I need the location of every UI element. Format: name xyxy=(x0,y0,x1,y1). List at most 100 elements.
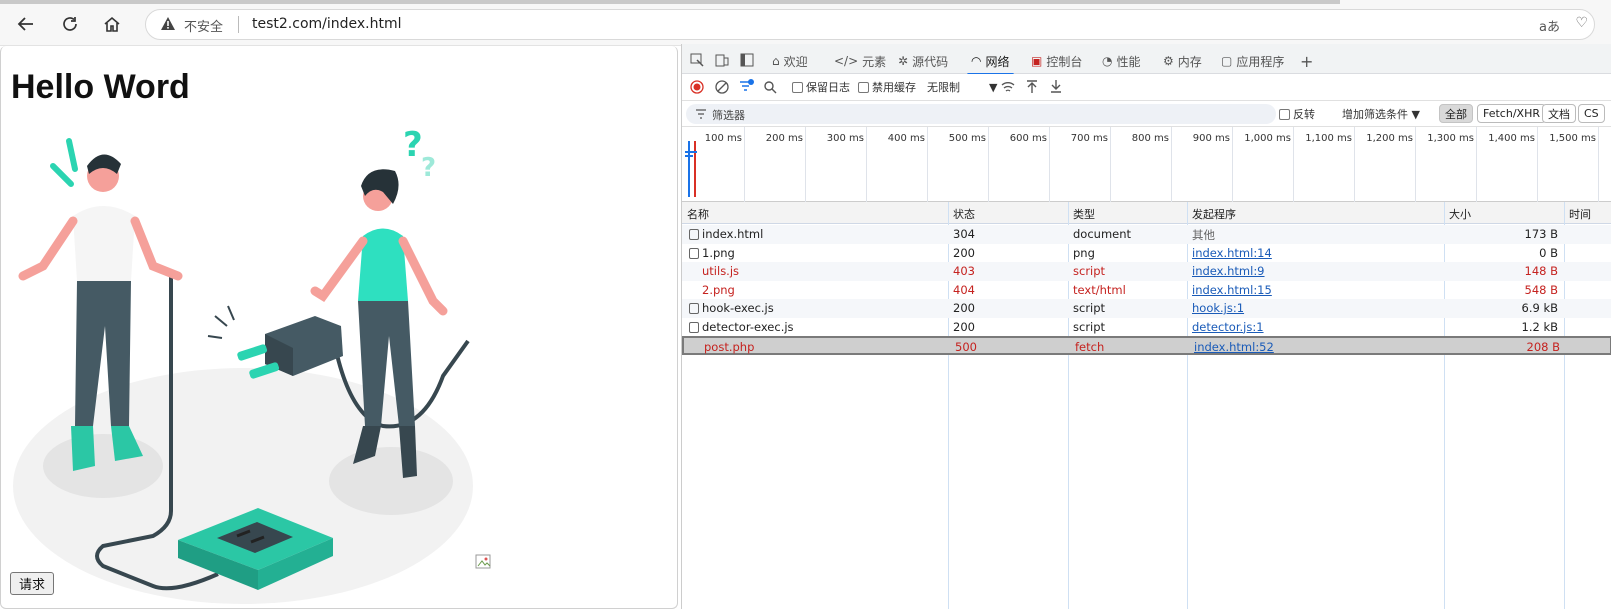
request-size: 173 B xyxy=(1524,227,1559,241)
column-type[interactable]: 类型 xyxy=(1073,206,1095,222)
network-request-row[interactable]: index.html 304 document 其他 173 B xyxy=(682,225,1611,244)
checkbox-box[interactable] xyxy=(792,81,803,93)
timeline-tick-label: 300 ms xyxy=(826,133,864,144)
column-size[interactable]: 大小 xyxy=(1449,206,1471,222)
preserve-log-label: 保留日志 xyxy=(806,81,850,94)
dom-content-loaded-marker xyxy=(688,141,690,197)
network-timeline-overview[interactable]: 100 ms 200 ms 300 ms 400 ms 500 ms 600 ms 700 … xyxy=(682,127,1611,202)
tab-welcome[interactable]: ⌂ 欢迎 xyxy=(772,50,808,72)
sidebar-toggle-icon[interactable] xyxy=(740,53,754,67)
tab-console[interactable]: ▣ 控制台 xyxy=(1031,50,1082,72)
warning-icon[interactable] xyxy=(160,16,176,32)
tab-label: 性能 xyxy=(1116,54,1141,69)
clear-icon[interactable] xyxy=(715,80,729,94)
address-separator xyxy=(238,16,239,33)
reload-button[interactable] xyxy=(59,13,81,35)
request-size: 6.9 kB xyxy=(1521,301,1559,315)
network-conditions-icon[interactable] xyxy=(1001,80,1016,94)
preserve-log-checkbox[interactable]: 保留日志 xyxy=(792,79,850,95)
upload-icon[interactable] xyxy=(1025,79,1039,94)
timeline-tick: 100 ms xyxy=(705,127,745,202)
request-initiator[interactable]: index.html:15 xyxy=(1192,283,1272,297)
request-initiator[interactable]: index.html:9 xyxy=(1192,264,1265,278)
column-name[interactable]: 名称 xyxy=(687,206,709,222)
timeline-tick-label: 400 ms xyxy=(887,133,925,144)
network-request-row[interactable]: post.php 500 fetch index.html:52 208 B xyxy=(682,336,1611,355)
file-type-icon xyxy=(689,321,699,333)
request-initiator[interactable]: index.html:52 xyxy=(1194,340,1274,354)
filter-chip-css[interactable]: CS xyxy=(1578,104,1605,123)
add-tab-button[interactable]: + xyxy=(1300,50,1313,72)
timeline-tick: 1,300 ms xyxy=(1427,127,1477,202)
read-aloud-icon[interactable]: aあ xyxy=(1539,16,1560,35)
home-icon: ⌂ xyxy=(772,54,780,68)
checkbox-box[interactable] xyxy=(858,81,869,93)
tab-network[interactable]: ◠ 网络 xyxy=(967,50,1013,76)
network-request-row[interactable]: 1.png 200 png index.html:14 0 B xyxy=(682,244,1611,263)
request-button[interactable]: 请求 xyxy=(10,572,54,595)
tab-label: 元素 xyxy=(862,54,887,69)
tab-memory[interactable]: ⚙ 内存 xyxy=(1163,50,1202,72)
request-type: fetch xyxy=(1075,340,1105,354)
request-status: 304 xyxy=(953,227,975,241)
column-initiator[interactable]: 发起程序 xyxy=(1192,206,1236,222)
request-bar xyxy=(685,155,693,157)
timeline-tick-label: 100 ms xyxy=(704,133,742,144)
tab-elements[interactable]: </> 元素 xyxy=(834,50,886,72)
throttle-select[interactable]: 无限制 ▼ xyxy=(927,79,997,95)
home-button[interactable] xyxy=(101,13,123,35)
tab-label: 应用程序 xyxy=(1236,54,1285,69)
request-size: 548 B xyxy=(1524,282,1559,297)
tab-label: 控制台 xyxy=(1046,54,1083,69)
disable-cache-checkbox[interactable]: 禁用缓存 xyxy=(858,79,916,95)
inspect-icon[interactable] xyxy=(690,53,704,67)
request-initiator[interactable]: detector.js:1 xyxy=(1192,320,1264,334)
timeline-tick-label: 1,100 ms xyxy=(1305,133,1352,144)
column-status[interactable]: 状态 xyxy=(953,206,975,222)
network-request-row[interactable]: hook-exec.js 200 script hook.js:1 6.9 kB xyxy=(682,299,1611,318)
filter-chip-fetch-xhr[interactable]: Fetch/XHR xyxy=(1477,104,1546,123)
wifi-icon: ◠ xyxy=(971,54,982,68)
tab-application[interactable]: ▢ 应用程序 xyxy=(1221,50,1284,72)
request-name: 1.png xyxy=(702,245,735,260)
insecure-label[interactable]: 不安全 xyxy=(184,16,223,35)
timeline-tick-label: 600 ms xyxy=(1009,133,1047,144)
search-icon[interactable] xyxy=(763,80,777,94)
request-name: index.html xyxy=(702,227,764,241)
filter-chip-doc[interactable]: 文档 xyxy=(1542,104,1576,123)
request-initiator[interactable]: hook.js:1 xyxy=(1192,301,1244,315)
column-time[interactable]: 时间 xyxy=(1569,206,1591,222)
url-text[interactable]: test2.com/index.html xyxy=(252,16,402,32)
filter-input[interactable]: 筛选器 xyxy=(686,104,1276,124)
timeline-tick: 600 ms xyxy=(1010,127,1050,202)
bug-icon: ✲ xyxy=(898,54,909,68)
filter-icon[interactable] xyxy=(739,79,754,94)
record-icon[interactable] xyxy=(690,80,704,94)
disable-cache-label: 禁用缓存 xyxy=(872,81,916,94)
request-type: script xyxy=(1073,264,1106,278)
reload-icon xyxy=(63,17,77,31)
filter-chip-all[interactable]: 全部 xyxy=(1439,104,1473,123)
invert-checkbox[interactable]: 反转 xyxy=(1279,106,1315,122)
checkbox-box[interactable] xyxy=(1279,108,1290,120)
device-toolbar-icon[interactable] xyxy=(715,53,729,67)
favorite-icon[interactable]: ♡ xyxy=(1575,15,1588,31)
download-icon[interactable] xyxy=(1049,79,1063,94)
request-initiator[interactable]: index.html:14 xyxy=(1192,246,1272,260)
network-request-row[interactable]: 2.png 404 text/html index.html:15 548 B xyxy=(682,281,1611,300)
network-request-row[interactable]: detector-exec.js 200 script detector.js:1 1.… xyxy=(682,318,1611,337)
tab-performance[interactable]: ◔ 性能 xyxy=(1102,50,1141,72)
network-toolbar: 保留日志 禁用缓存 无限制 ▼ xyxy=(682,74,1611,101)
timeline-tick-label: 800 ms xyxy=(1131,133,1169,144)
request-status: 200 xyxy=(953,301,975,315)
timeline-tick: 1,000 ms xyxy=(1244,127,1294,202)
back-button[interactable] xyxy=(15,13,37,35)
address-bar[interactable]: 不安全 test2.com/index.html aあ ♡ xyxy=(145,9,1595,40)
network-request-row[interactable]: utils.js 403 script index.html:9 148 B xyxy=(682,262,1611,281)
more-filters-dropdown[interactable]: 增加筛选条件 ▼ xyxy=(1342,106,1420,122)
browser-toolbar: 不安全 test2.com/index.html aあ ♡ xyxy=(0,0,1611,46)
timeline-tick: 700 ms xyxy=(1071,127,1111,202)
tab-sources[interactable]: ✲ 源代码 xyxy=(898,50,948,72)
page-viewport: Hello Word ? ? 请求 xyxy=(0,46,678,609)
timeline-tick: 400 ms xyxy=(888,127,928,202)
